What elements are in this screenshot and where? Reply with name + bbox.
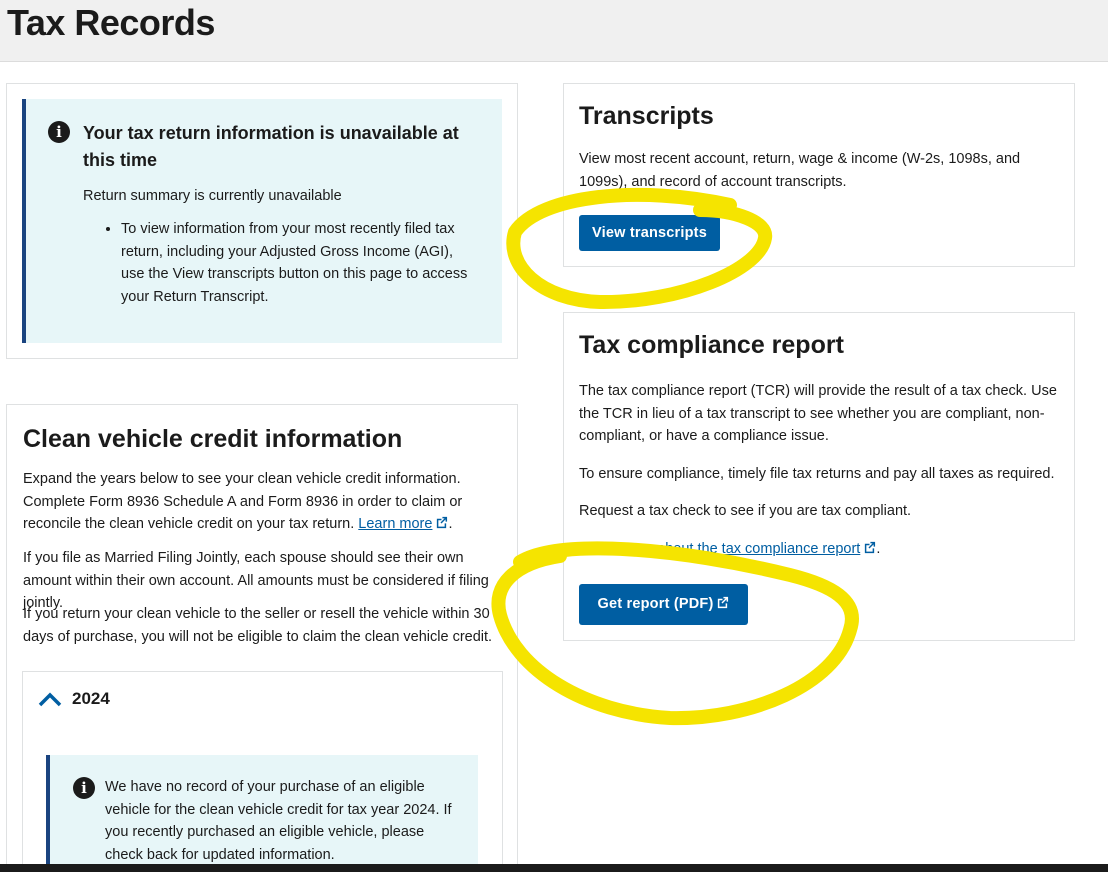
learn-more-link[interactable]: Learn more [358,516,448,532]
get-report-label: Get report (PDF) [597,596,714,612]
learn-more-link-label: Learn more [358,516,433,532]
alert-summary: Return summary is currently unavailable [83,188,342,204]
tax-return-alert: i Your tax return information is unavail… [22,99,502,343]
external-link-icon [718,596,729,609]
view-transcripts-button[interactable]: View transcripts [579,215,720,251]
vehicle-record-alert: i We have no record of your purchase of … [46,755,478,872]
alert-list: To view information from your most recen… [101,218,469,308]
clean-vehicle-paragraph-1: Expand the years below to see your clean… [23,471,463,532]
chevron-up-icon [38,692,62,707]
clean-vehicle-paragraph-3: If you return your clean vehicle to the … [23,606,493,645]
compliance-paragraph-2: To ensure compliance, timely file tax re… [579,466,1055,482]
compliance-heading: Tax compliance report [579,331,844,359]
external-link-icon [865,541,876,554]
info-icon: i [48,121,70,143]
alert-heading: Your tax return information is unavailab… [83,123,459,170]
vehicle-record-alert-text: We have no record of your purchase of an… [105,779,452,863]
transcripts-heading: Transcripts [579,102,714,130]
compliance-paragraph-1: The tax compliance report (TCR) will pro… [579,383,1057,444]
clean-vehicle-heading: Clean vehicle credit information [23,425,403,453]
page-header: Tax Records [0,0,1108,62]
accordion-2024: 2024 i We have no record of your purchas… [22,671,503,872]
transcripts-description: View most recent account, return, wage &… [579,151,1021,190]
clean-vehicle-card: Clean vehicle credit information Expand … [6,404,518,872]
compliance-card: Tax compliance report The tax compliance… [563,312,1075,641]
accordion-2024-toggle[interactable]: 2024 [37,686,477,716]
tax-return-card: i Your tax return information is unavail… [6,83,518,359]
bottom-taskbar [0,864,1108,872]
compliance-learn-more: Learn more about the tax compliance repo… [579,541,881,557]
compliance-paragraph-3: Request a tax check to see if you are ta… [579,503,912,519]
transcripts-card: Transcripts View most recent account, re… [563,83,1075,267]
page-title: Tax Records [7,2,215,43]
external-link-icon [437,516,448,529]
get-report-button[interactable]: Get report (PDF) [579,584,748,625]
accordion-year: 2024 [72,689,110,708]
info-icon: i [73,777,95,799]
alert-list-item: To view information from your most recen… [121,218,469,308]
compliance-learn-more-link[interactable]: Learn more about the tax compliance repo… [579,541,876,557]
compliance-learn-more-label: Learn more about the tax compliance repo… [579,541,861,557]
